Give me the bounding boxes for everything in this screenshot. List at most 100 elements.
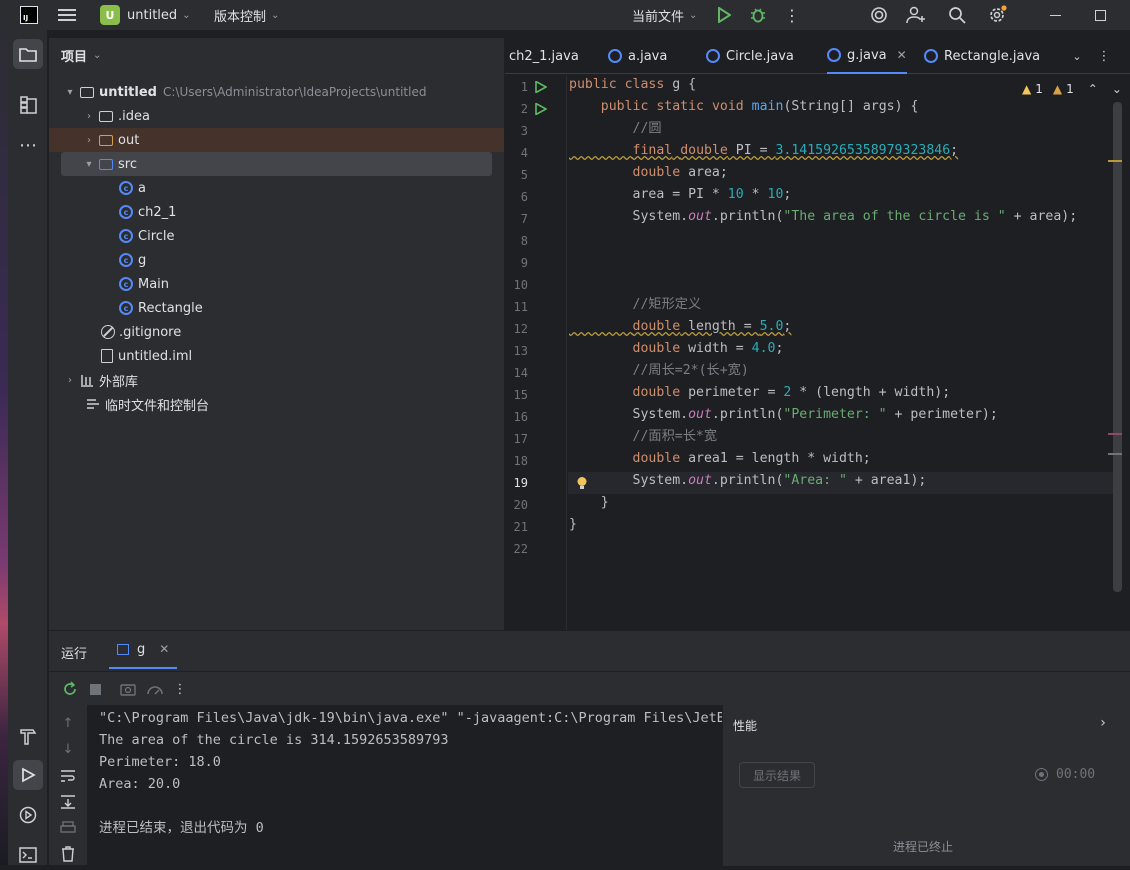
soft-wrap-icon[interactable] bbox=[58, 766, 78, 786]
tree-item-iml[interactable]: untitled.iml bbox=[49, 344, 504, 368]
services-icon[interactable] bbox=[13, 800, 43, 830]
tree-class-circle[interactable]: c Circle bbox=[49, 224, 504, 248]
code-line[interactable]: System.out.println("Area: " + area1); bbox=[569, 470, 927, 492]
scroll-to-end-icon[interactable] bbox=[58, 792, 78, 812]
code-line[interactable]: //面积=长*宽 bbox=[569, 426, 718, 448]
code-line[interactable]: } bbox=[569, 492, 609, 514]
code-line[interactable]: double width = 4.0; bbox=[569, 338, 784, 360]
tree-class-g[interactable]: cg bbox=[49, 248, 504, 272]
search-icon[interactable] bbox=[946, 4, 968, 26]
code-line[interactable]: double area; bbox=[569, 162, 728, 184]
chevron-right-icon[interactable]: › bbox=[63, 375, 77, 386]
run-panel-title: 运行 bbox=[61, 647, 88, 662]
code-line[interactable]: System.out.println("The area of the circ… bbox=[569, 206, 1078, 228]
chevron-down-icon[interactable]: ▾ bbox=[82, 159, 96, 170]
lightbulb-icon[interactable] bbox=[575, 475, 589, 491]
maximize-window-icon[interactable] bbox=[1089, 5, 1111, 25]
trash-icon[interactable] bbox=[58, 844, 78, 864]
coverage-icon[interactable] bbox=[145, 679, 165, 699]
tab-circle-java[interactable]: Circle.java bbox=[706, 38, 794, 74]
code-line[interactable]: public class g { bbox=[569, 74, 696, 96]
project-panel-header[interactable]: 项目 ⌄ bbox=[61, 46, 101, 65]
code-line[interactable]: System.out.println("Perimeter: " + perim… bbox=[569, 404, 998, 426]
terminal-icon[interactable] bbox=[13, 840, 43, 870]
tree-class-a[interactable]: ca bbox=[49, 176, 504, 200]
main-menu-icon[interactable] bbox=[56, 5, 78, 25]
tree-label: a bbox=[138, 180, 146, 196]
more-vertical-icon[interactable]: ⋮ bbox=[170, 679, 190, 699]
code-line[interactable]: //矩形定义 bbox=[569, 294, 702, 316]
inspection-widget[interactable]: ▲ 1 ▲ 1 ⌃ ⌄ bbox=[1022, 82, 1122, 96]
settings-gear-icon[interactable] bbox=[986, 4, 1008, 26]
tab-list-chevron-icon[interactable]: ⌄ bbox=[1068, 46, 1086, 66]
more-vertical-icon[interactable]: ⋮ bbox=[782, 5, 802, 25]
tree-class-rectangle[interactable]: c Rectangle bbox=[49, 296, 504, 320]
next-highlight-icon[interactable]: ⌄ bbox=[1112, 82, 1122, 96]
chevron-right-icon[interactable]: › bbox=[82, 135, 96, 146]
code-line[interactable]: public static void main(String[] args) { bbox=[569, 96, 919, 118]
more-tools-icon[interactable]: ⋯ bbox=[13, 130, 43, 160]
tree-item-scratches[interactable]: 临时文件和控制台 bbox=[49, 392, 504, 416]
run-button[interactable] bbox=[714, 5, 734, 25]
project-tool-button[interactable] bbox=[13, 39, 43, 69]
debug-bug-icon[interactable] bbox=[748, 5, 768, 25]
project-switcher[interactable]: U untitled ⌄ bbox=[100, 4, 191, 26]
code-line[interactable]: area = PI * 10 * 10; bbox=[569, 184, 792, 206]
code-line[interactable]: double area1 = length * width; bbox=[569, 448, 871, 470]
chevron-down-icon[interactable]: ▾ bbox=[63, 87, 77, 98]
code-area[interactable]: public class g { public static void main… bbox=[505, 76, 1113, 630]
run-gutter-icon[interactable] bbox=[534, 80, 548, 94]
more-vertical-icon[interactable]: ⋮ bbox=[1096, 46, 1112, 66]
code-line[interactable]: //圆 bbox=[569, 118, 662, 140]
run-config-selector[interactable]: 当前文件 ⌄ bbox=[632, 4, 697, 26]
tree-item-idea[interactable]: › .idea bbox=[49, 104, 504, 128]
warning-icon: ▲ bbox=[1022, 82, 1032, 96]
chevron-right-icon[interactable]: › bbox=[1095, 713, 1111, 733]
stop-icon[interactable] bbox=[85, 679, 105, 699]
chevron-right-icon[interactable]: › bbox=[82, 111, 96, 122]
code-line[interactable]: double perimeter = 2 * (length + width); bbox=[569, 382, 951, 404]
rerun-icon[interactable] bbox=[60, 679, 80, 699]
code-line[interactable]: final double PI = 3.14159265358979323846… bbox=[569, 140, 959, 162]
java-class-icon: c bbox=[119, 181, 133, 195]
close-tab-icon[interactable]: ✕ bbox=[159, 642, 169, 656]
ai-assistant-icon[interactable] bbox=[868, 4, 890, 26]
build-hammer-icon[interactable] bbox=[13, 721, 43, 751]
app-logo[interactable]: IJ bbox=[20, 6, 38, 24]
chevron-down-icon: ⌄ bbox=[689, 9, 698, 21]
run-tool-button[interactable] bbox=[13, 760, 43, 790]
code-line[interactable]: double length = 5.0; bbox=[569, 316, 792, 338]
structure-icon[interactable] bbox=[13, 90, 43, 120]
minimize-window-icon[interactable] bbox=[1044, 5, 1066, 25]
tab-ch2-1-java[interactable]: ch2_1.java bbox=[509, 38, 579, 74]
tree-item-gitignore[interactable]: .gitignore bbox=[49, 320, 504, 344]
tree-root-untitled[interactable]: ▾ untitled C:\Users\Administrator\IdeaPr… bbox=[49, 80, 504, 104]
console-output[interactable]: "C:\Program Files\Java\jdk-19\bin\java.e… bbox=[87, 705, 722, 866]
add-user-icon[interactable] bbox=[905, 4, 927, 26]
show-results-button[interactable]: 显示结果 bbox=[739, 762, 815, 788]
run-tab-g[interactable]: g ✕ bbox=[109, 631, 178, 669]
code-line[interactable]: } bbox=[569, 514, 577, 536]
tree-item-out[interactable]: › out bbox=[49, 128, 504, 152]
tree-class-main[interactable]: c Main bbox=[49, 272, 504, 296]
close-tab-icon[interactable]: ✕ bbox=[897, 48, 907, 62]
editor-vertical-scrollbar[interactable] bbox=[1113, 102, 1122, 592]
process-terminated-label: 进程已终止 bbox=[893, 840, 954, 854]
tree-item-src[interactable]: ▾ src bbox=[61, 152, 492, 176]
previous-highlight-icon[interactable]: ⌃ bbox=[1088, 82, 1098, 96]
tab-rectangle-java[interactable]: Rectangle.java bbox=[924, 38, 1040, 74]
scroll-down-icon[interactable]: ↓ bbox=[58, 739, 78, 759]
scroll-up-icon[interactable]: ↑ bbox=[58, 713, 78, 733]
tree-item-external-libs[interactable]: › 外部库 bbox=[49, 368, 504, 392]
tab-g-java[interactable]: g.java ✕ bbox=[827, 38, 907, 74]
print-icon[interactable] bbox=[58, 818, 78, 838]
vcs-menu[interactable]: 版本控制 ⌄ bbox=[214, 4, 279, 26]
camera-icon[interactable] bbox=[118, 679, 138, 699]
excluded-folder-icon bbox=[98, 133, 114, 147]
run-gutter-icon[interactable] bbox=[534, 102, 548, 116]
scratches-icon bbox=[85, 397, 101, 411]
left-tool-stripe: ⋯ bbox=[8, 30, 48, 865]
tab-a-java[interactable]: a.java bbox=[608, 38, 667, 74]
tree-class-ch2-1[interactable]: c ch2_1 bbox=[49, 200, 504, 224]
code-line[interactable]: //周长=2*(长+宽) bbox=[569, 360, 749, 382]
